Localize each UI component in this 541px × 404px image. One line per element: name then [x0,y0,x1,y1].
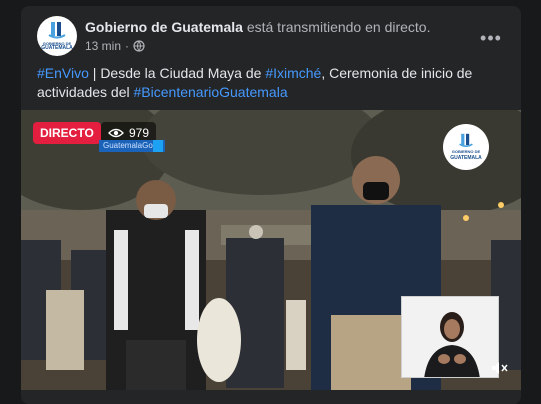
broadcaster-logo: GOBIERNO DE GUATEMALA [443,124,489,170]
guatemala-emblem-icon [48,22,66,39]
post-title-line: Gobierno de Guatemala está transmitiendo… [85,19,430,35]
post-text: #EnVivo | Desde la Ciudad Maya de #Iximc… [37,64,507,102]
more-options-icon: ••• [480,27,502,48]
eye-icon [108,128,124,138]
sign-language-interpreter-inset [401,296,499,378]
globe-icon [133,40,145,52]
action-text: está transmitiendo en directo. [242,19,431,35]
hashtag-link[interactable]: #BicentenarioGuatemala [134,84,288,100]
logo-label: GUATEMALA [450,155,482,161]
page-name-link[interactable]: Gobierno de Guatemala [85,19,243,35]
post-timestamp[interactable]: 13 min [85,39,121,53]
hashtag-link[interactable]: #EnVivo [37,65,89,81]
live-video-post: GOBIERNO DE GUATEMALA Gobierno de Guatem… [21,6,521,404]
live-video-player[interactable]: DIRECTO 979 GuatemalaGob GOBIERNO DE GUA… [21,110,521,390]
post-footer [21,392,521,404]
twitter-icon [153,140,163,152]
volume-muted-icon[interactable] [491,361,509,378]
live-badge: DIRECTO [33,122,101,144]
viewer-count: 979 [129,126,150,140]
hashtag-link[interactable]: #Iximché [265,65,321,81]
logo-sublabel: GOBIERNO DE [451,149,481,154]
page-avatar[interactable]: GOBIERNO DE GUATEMALA [37,16,77,56]
post-header: GOBIERNO DE GUATEMALA Gobierno de Guatem… [37,16,521,58]
avatar-label: GUATEMALA [41,45,73,51]
post-text-segment: | Desde la Ciudad Maya de [88,65,266,81]
more-options-button[interactable]: ••• [475,22,507,54]
post-meta: 13 min · [85,39,145,53]
guatemala-emblem-icon [459,133,473,147]
interpreter-figure [402,297,498,377]
